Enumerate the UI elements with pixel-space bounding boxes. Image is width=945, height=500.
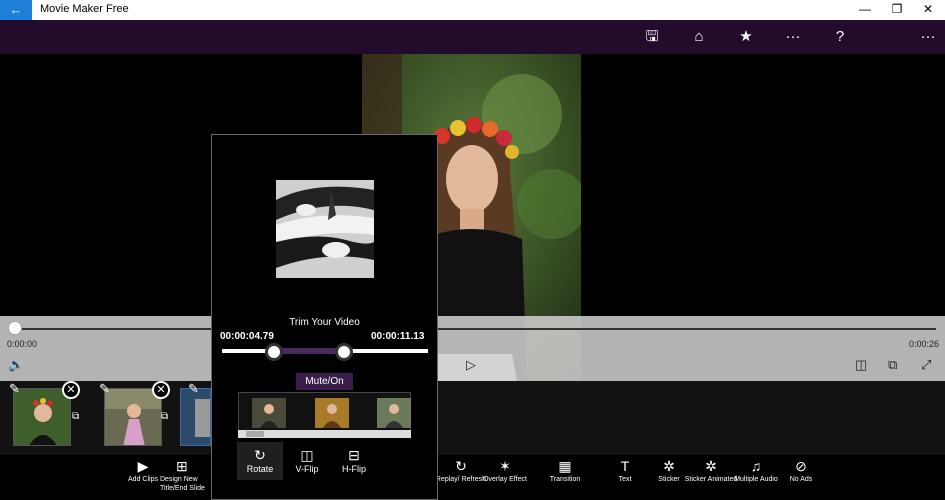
export-icon[interactable]: ⧉	[888, 357, 897, 373]
edit-clip-3-icon[interactable]: ✎	[188, 381, 199, 397]
trim-start-time: 00:00:04.79	[220, 331, 274, 342]
star-icon[interactable]: ★	[735, 27, 757, 47]
hflip-icon: ⊟	[348, 447, 360, 463]
app-toolbar: 🖫 ⌂ ★ ··· ? ···	[0, 20, 945, 54]
fullscreen-icon[interactable]: ⤢	[921, 357, 931, 373]
back-arrow-icon: ←	[9, 2, 23, 17]
minimize-button[interactable]: —	[850, 2, 880, 16]
clip-thumbnail-1[interactable]	[13, 388, 71, 446]
trim-end-time: 00:00:11.13	[371, 331, 425, 342]
sticker-label: Sticker	[658, 476, 680, 483]
overlay-effect-label: Overlay Effect	[483, 476, 527, 483]
more-icon[interactable]: ···	[782, 27, 804, 47]
volume-icon[interactable]: 🔊	[8, 357, 24, 373]
vflip-button[interactable]: ◫ V-Flip	[284, 442, 330, 480]
rotate-icon: ↻	[254, 447, 266, 463]
multiple-audio-label: Multiple Audio	[734, 476, 778, 483]
transition-label: Transition	[549, 476, 581, 483]
frame-thumb-2	[315, 398, 349, 428]
overflow-menu-icon[interactable]: ···	[917, 27, 939, 47]
no-ads-button[interactable]: ⊘ No Ads	[773, 458, 829, 484]
total-time: 0:00:26	[909, 339, 940, 349]
vflip-icon: ◫	[300, 447, 314, 463]
design-title-icon: ⊞	[176, 458, 188, 474]
frame-thumb-3	[377, 398, 411, 428]
timeline-track[interactable]	[14, 328, 936, 330]
edit-clip-2-icon[interactable]: ✎	[99, 381, 110, 397]
trim-end-handle[interactable]	[335, 343, 353, 361]
title-bar: ← Movie Maker Free — ❐ ✕	[0, 0, 945, 20]
copy-clip-2-icon[interactable]: ⧉	[161, 411, 168, 422]
overlay-effect-icon: ✶	[499, 458, 511, 474]
remove-clip-1-icon[interactable]: ✕	[62, 381, 80, 399]
play-icon[interactable]: ▷	[466, 357, 476, 373]
vflip-label: V-Flip	[295, 464, 319, 474]
trim-video-preview	[276, 180, 374, 278]
overlay-effect-button[interactable]: ✶ Overlay Effect	[477, 458, 533, 484]
text-label: Text	[618, 476, 632, 483]
transition-button[interactable]: ▦ Transition	[537, 458, 593, 484]
help-icon[interactable]: ?	[829, 27, 851, 47]
close-window-button[interactable]: ✕	[913, 2, 943, 16]
no-ads-label: No Ads	[789, 476, 813, 483]
split-view-icon[interactable]: ◫	[855, 357, 867, 373]
copy-clip-1-icon[interactable]: ⧉	[72, 411, 79, 422]
back-button[interactable]: ←	[0, 0, 32, 20]
restore-button[interactable]: ❐	[882, 2, 912, 16]
home-icon[interactable]: ⌂	[688, 27, 710, 47]
edit-clip-1-icon[interactable]: ✎	[9, 381, 20, 397]
rotate-label: Rotate	[246, 464, 274, 474]
timeline-scrubber[interactable]	[8, 321, 22, 335]
frame-strip-scroll-thumb[interactable]	[246, 431, 264, 437]
trim-dialog-title: Trim Your Video	[289, 317, 360, 328]
add-clips-label: Add Clips	[128, 476, 158, 483]
trim-selected-range	[274, 348, 344, 354]
no-ads-icon: ⊘	[795, 458, 807, 474]
hflip-button[interactable]: ⊟ H-Flip	[331, 442, 377, 480]
design-title-label: Design New Title/End Slide	[160, 476, 205, 492]
frame-thumb-1	[252, 398, 286, 428]
clip-thumbnail-2[interactable]	[104, 388, 162, 446]
hflip-label: H-Flip	[342, 464, 366, 474]
mute-toggle-button[interactable]: Mute/On	[296, 373, 353, 390]
rotate-button[interactable]: ↻ Rotate	[237, 442, 283, 480]
current-time: 0:00:00	[7, 339, 38, 349]
save-icon[interactable]: 🖫	[641, 27, 663, 47]
remove-clip-2-icon[interactable]: ✕	[152, 381, 170, 399]
transition-icon: ▦	[558, 458, 572, 474]
design-title-button[interactable]: ⊞ Design New Title/End Slide	[160, 458, 208, 493]
window-title: Movie Maker Free	[40, 3, 129, 15]
trim-start-handle[interactable]	[265, 343, 283, 361]
